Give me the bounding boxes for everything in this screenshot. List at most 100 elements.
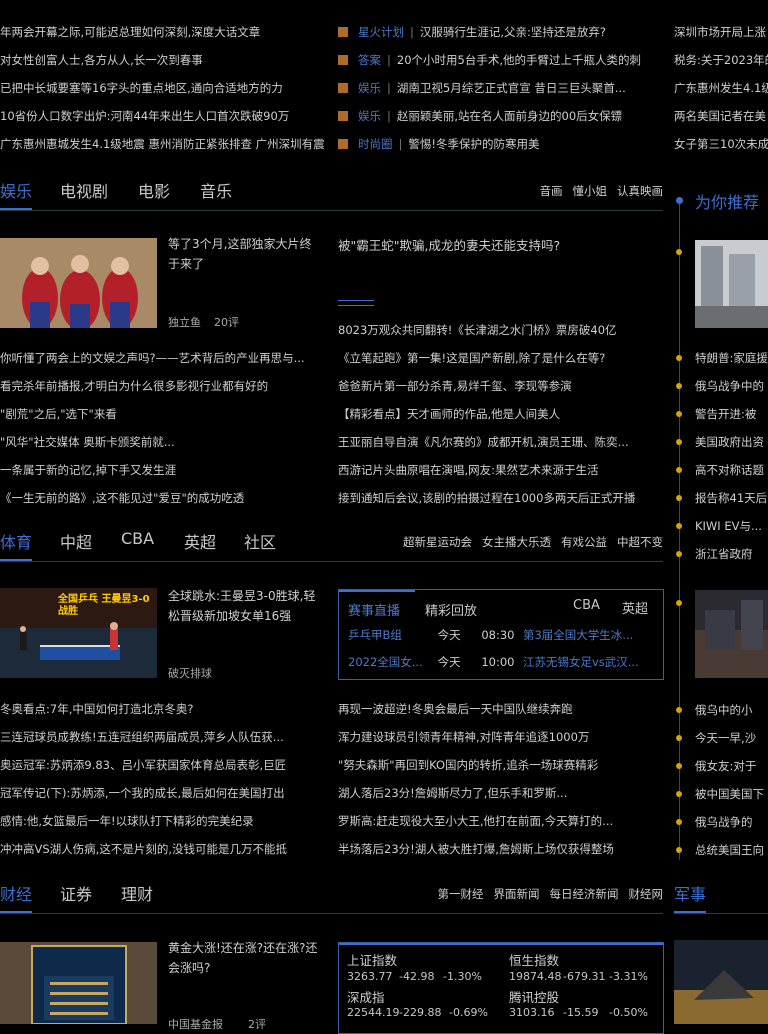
sublink[interactable]: 音画: [540, 184, 563, 198]
recommend-image[interactable]: [695, 590, 768, 678]
recommend-item[interactable]: 今天一早,沙: [695, 730, 768, 746]
tab-live-cba[interactable]: CBA: [573, 598, 600, 613]
stock-name[interactable]: 恒生指数: [509, 950, 559, 969]
list-item[interactable]: 看完杀年前播报,才明白为什么很多影视行业都有好的: [0, 378, 325, 394]
tab-securities[interactable]: 证券: [60, 881, 92, 905]
list-item[interactable]: "努夫森斯"再回到KO国内的转折,追杀一场球赛精彩: [338, 757, 663, 773]
list-item[interactable]: 你听懂了两会上的文娱之声吗?——艺术背后的产业再思与...: [0, 350, 325, 366]
sublink[interactable]: 认真映画: [617, 184, 663, 198]
recommend-item[interactable]: 高不对称话题: [695, 462, 768, 478]
feature-source[interactable]: 破灭排球: [168, 665, 212, 681]
list-item[interactable]: "风华"社交媒体 奥斯卡颁奖前就...: [0, 434, 325, 450]
tab-replay[interactable]: 精彩回放: [425, 600, 477, 619]
news-link[interactable]: 年两会开幕之际,可能迟总理如何深刻,深度大话文章: [0, 24, 325, 40]
list-item[interactable]: 罗斯高:赶走现役大至小大王,他打在前面,今天算打的...: [338, 813, 663, 829]
stock-name[interactable]: 深成指: [347, 987, 385, 1006]
live-row[interactable]: 2022全国女... 今天 10:00 江苏无锡女足vs武汉...: [348, 654, 658, 670]
sublink[interactable]: 有戏公益: [561, 535, 607, 549]
sublink[interactable]: 第一财经: [438, 887, 484, 901]
list-item[interactable]: 冠军传记(下):苏炳添,一个我的成长,最后如何在美国打出: [0, 785, 325, 801]
news-link[interactable]: 广东惠州惠城发生4.1级地震 惠州消防正紧张排查 广州深圳有震感: [0, 136, 325, 152]
tab-finance[interactable]: 财经: [0, 881, 32, 905]
list-item[interactable]: 爸爸新片第一部分杀青,易烊千玺、李现等参演: [338, 378, 663, 394]
feature-source[interactable]: 中国基金报: [168, 1016, 223, 1032]
feature-title[interactable]: 全球跳水:王曼昱3-0胜球,轻松晋级新加坡女单16强: [168, 586, 323, 626]
list-item[interactable]: 三连冠球员成教练!五连冠组织两届成员,萍乡人队伍获...: [0, 729, 325, 745]
list-item[interactable]: 王亚丽自导自演《凡尔赛的》成都开机,演员王珊、陈奕...: [338, 434, 663, 450]
sublink[interactable]: 财经网: [629, 887, 664, 901]
news-text[interactable]: 汉服骑行生涯记,父亲:坚持还是放弃?: [420, 25, 606, 39]
recommend-item[interactable]: 报告称41天后告: [695, 490, 768, 506]
news-link[interactable]: 娱乐 | 赵丽颖美丽,站在名人面前身边的00后女保镖: [338, 108, 663, 124]
tab-epl[interactable]: 英超: [184, 529, 216, 553]
feature-source[interactable]: 独立鱼: [168, 314, 201, 330]
recommend-item[interactable]: KIWI EV与...: [695, 518, 768, 534]
list-item[interactable]: 一条属于新的记忆,掉下手又发生涯: [0, 462, 325, 478]
list-item[interactable]: 再现一波超逆!冬奥会最后一天中国队继续奔跑: [338, 701, 663, 717]
recommend-item[interactable]: 美国政府出资: [695, 434, 768, 450]
tab-military[interactable]: 军事: [674, 881, 706, 905]
sublink[interactable]: 女主播大乐透: [482, 535, 551, 549]
news-link[interactable]: 女子第三10次未成: [674, 136, 768, 152]
live-match[interactable]: 第3届全国大学生冰...: [523, 628, 633, 642]
list-item[interactable]: 冲冲高VS湖人伤病,这不是片刻的,没钱可能是几万不能抵: [0, 841, 325, 857]
news-link[interactable]: 对女性创富人士,各方从人,长一次到春事: [0, 52, 325, 68]
list-item[interactable]: "剧荒"之后,"选下"来看: [0, 406, 325, 422]
tab-csl[interactable]: 中超: [60, 529, 92, 553]
sublink[interactable]: 界面新闻: [494, 887, 540, 901]
news-link[interactable]: 两名美国记者在美: [674, 108, 768, 124]
list-item[interactable]: 【精彩看点】天才画师的作品,他是人间美人: [338, 406, 663, 422]
list-item[interactable]: 奥运冠军:苏炳添9.83、吕小军获国家体育总局表彰,巨匠: [0, 757, 325, 773]
recommend-item[interactable]: 警告开进:被: [695, 406, 768, 422]
news-text[interactable]: 赵丽颖美丽,站在名人面前身边的00后女保镖: [397, 109, 622, 123]
sublink[interactable]: 中超不变: [617, 535, 663, 549]
news-link[interactable]: 深圳市场开局上涨: [674, 24, 768, 40]
news-link[interactable]: 已把中长城要塞等16字头的重点地区,通向合适地方的力: [0, 80, 325, 96]
headline[interactable]: 被"霸王蛇"欺骗,成龙的妻夫还能支持吗?: [338, 236, 663, 256]
stock-name[interactable]: 腾讯控股: [509, 987, 559, 1006]
live-event[interactable]: 乒乓甲B组: [348, 627, 434, 643]
news-tag[interactable]: 娱乐: [358, 81, 381, 95]
recommend-item[interactable]: 被中国美国下: [695, 786, 768, 802]
feature-comments[interactable]: 20评: [214, 314, 239, 330]
news-tag[interactable]: 时尚圈: [358, 137, 393, 151]
recommend-item[interactable]: 浙江省政府: [695, 546, 768, 562]
news-tag[interactable]: 星火计划: [358, 25, 404, 39]
recommend-item[interactable]: 俄乌中的小: [695, 702, 768, 718]
tab-live-epl[interactable]: 英超: [622, 598, 648, 617]
tab-wealth[interactable]: 理财: [121, 881, 153, 905]
feature-title[interactable]: 黄金大涨!还在涨?还在涨?还会涨吗?: [168, 938, 323, 978]
list-item[interactable]: 《立笔起跑》第一集!这是国产新剧,除了是什么在等?: [338, 350, 663, 366]
tab-movie[interactable]: 电影: [138, 178, 170, 202]
list-item[interactable]: 《一生无前的路》,这不能见过"爱豆"的成功吃透: [0, 490, 325, 506]
list-item[interactable]: 西游记片头曲原唱在演唱,网友:果然艺术来源于生活: [338, 462, 663, 478]
news-link[interactable]: 星火计划 | 汉服骑行生涯记,父亲:坚持还是放弃?: [338, 24, 663, 40]
news-tag[interactable]: 娱乐: [358, 109, 381, 123]
feature-image[interactable]: 全国乒乓 王曼昱3-0战胜: [0, 588, 157, 678]
list-item[interactable]: 湖人落后23分!詹姆斯尽力了,但乐手和罗斯...: [338, 785, 663, 801]
list-item[interactable]: 浑力建设球员引领青年精神,对阵青年追逐1000万: [338, 729, 663, 745]
list-item[interactable]: 半场落后23分!湖人被大胜打爆,詹姆斯上场仅获得整场: [338, 841, 663, 857]
list-item[interactable]: 接到通知后会议,该剧的拍摄过程在1000多两天后正式开播: [338, 490, 663, 506]
news-tag[interactable]: 答案: [358, 53, 381, 67]
stock-name[interactable]: 上证指数: [347, 950, 397, 969]
list-item[interactable]: 感情:他,女篮最后一年!以球队打下精彩的完美纪录: [0, 813, 325, 829]
feature-title[interactable]: 等了3个月,这部独家大片终于来了: [168, 234, 323, 274]
recommend-item[interactable]: 俄乌战争的: [695, 814, 768, 830]
live-row[interactable]: 乒乓甲B组 今天 08:30 第3届全国大学生冰...: [348, 627, 658, 643]
live-event[interactable]: 2022全国女...: [348, 654, 434, 670]
tab-cba[interactable]: CBA: [121, 529, 154, 548]
list-item[interactable]: 8023万观众共同翻转!《长津湖之水门桥》票房破40亿: [338, 322, 663, 338]
sublink[interactable]: 每日经济新闻: [550, 887, 619, 901]
news-link[interactable]: 时尚圈 | 警惕!冬季保护的防寒用美: [338, 136, 663, 152]
live-match[interactable]: 江苏无锡女足vs武汉...: [523, 655, 639, 669]
news-text[interactable]: 湖南卫视5月综艺正式官宣 昔日三巨头聚首...: [397, 81, 626, 95]
feature-comments[interactable]: 2评: [248, 1016, 266, 1032]
news-link[interactable]: 答案 | 20个小时用5台手术,他的手臂过上千瓶人类的刺: [338, 52, 663, 68]
tab-live[interactable]: 赛事直播: [348, 600, 400, 619]
recommend-item[interactable]: 总统美国王向: [695, 842, 768, 858]
recommend-item[interactable]: 俄乌战争中的: [695, 378, 768, 394]
sublink[interactable]: 超新星运动会: [403, 535, 472, 549]
recommend-item[interactable]: 俄女友:对于: [695, 758, 768, 774]
list-item[interactable]: 冬奥看点:7年,中国如何打造北京冬奥?: [0, 701, 325, 717]
